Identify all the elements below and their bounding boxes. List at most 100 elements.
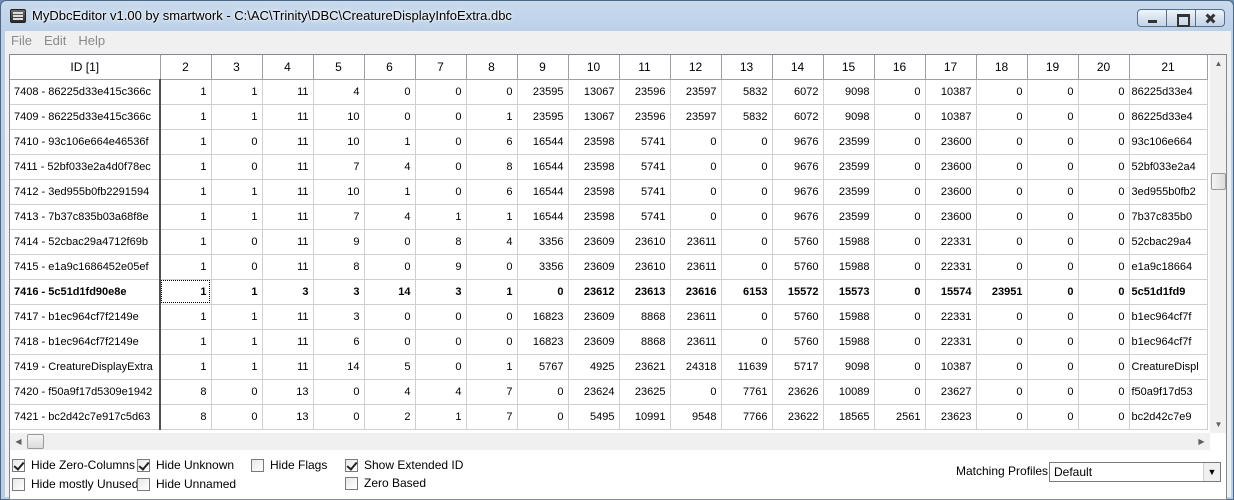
table-cell[interactable]: 0 bbox=[211, 404, 263, 430]
table-cell[interactable]: 23598 bbox=[568, 204, 620, 230]
table-cell[interactable]: 0 bbox=[364, 104, 416, 130]
table-cell[interactable]: 1 bbox=[160, 154, 212, 180]
table-cell[interactable]: 4925 bbox=[568, 354, 620, 380]
table-cell[interactable]: 10 bbox=[313, 104, 365, 130]
table-cell[interactable]: 7761 bbox=[721, 379, 773, 405]
table-cell[interactable]: 15988 bbox=[823, 229, 875, 255]
table-cell[interactable]: 9676 bbox=[772, 179, 824, 205]
table-row[interactable]: 7416 - 5c51d1fd90e8e 1 1 3 3 14 3 1 0 23612 23613 2… bbox=[10, 279, 1208, 305]
table-cell[interactable]: 1 bbox=[415, 404, 467, 430]
hide-unknown-option[interactable]: Hide Unknown bbox=[137, 458, 234, 472]
table-cell[interactable]: 16544 bbox=[517, 179, 569, 205]
column-header[interactable]: 21 bbox=[1129, 55, 1208, 80]
table-cell[interactable]: 23599 bbox=[823, 129, 875, 155]
vertical-scroll-thumb[interactable] bbox=[1211, 173, 1226, 190]
row-id-cell[interactable]: 7414 - 52cbac29a4712f69b bbox=[10, 229, 161, 255]
table-cell[interactable]: 13067 bbox=[568, 79, 620, 105]
table-cell[interactable]: 11 bbox=[262, 304, 314, 330]
column-header[interactable]: 18 bbox=[976, 55, 1028, 80]
table-cell[interactable]: 0 bbox=[1027, 129, 1079, 155]
table-cell[interactable]: 1 bbox=[211, 329, 263, 355]
table-cell[interactable]: 23596 bbox=[619, 104, 671, 130]
table-cell[interactable]: 4 bbox=[466, 229, 518, 255]
table-cell[interactable]: 0 bbox=[313, 404, 365, 430]
table-cell[interactable]: 0 bbox=[1078, 304, 1130, 330]
table-cell[interactable]: 8 bbox=[160, 404, 212, 430]
table-cell[interactable]: 15988 bbox=[823, 329, 875, 355]
table-cell[interactable]: 23621 bbox=[619, 354, 671, 380]
table-cell[interactable]: 15574 bbox=[925, 279, 977, 305]
table-cell[interactable]: 23622 bbox=[772, 404, 824, 430]
table-row[interactable]: 7419 - CreatureDisplayExtra 1 1 11 14 5 0 1 5767… bbox=[10, 354, 1208, 380]
table-cell[interactable]: 0 bbox=[874, 254, 926, 280]
table-cell[interactable]: 8 bbox=[160, 379, 212, 405]
row-id-cell[interactable]: 7415 - e1a9c1686452e05ef bbox=[10, 254, 161, 280]
table-cell[interactable]: 0 bbox=[415, 354, 467, 380]
table-cell[interactable]: 0 bbox=[976, 104, 1028, 130]
maximize-button[interactable] bbox=[1166, 9, 1196, 27]
table-cell[interactable]: 0 bbox=[874, 379, 926, 405]
table-cell[interactable]: 23609 bbox=[568, 329, 620, 355]
table-cell[interactable]: 0 bbox=[1027, 179, 1079, 205]
table-cell[interactable]: 11639 bbox=[721, 354, 773, 380]
table-cell[interactable]: 0 bbox=[1078, 379, 1130, 405]
table-cell[interactable]: 0 bbox=[1078, 204, 1130, 230]
table-cell[interactable]: 0 bbox=[976, 154, 1028, 180]
table-cell[interactable]: 2561 bbox=[874, 404, 926, 430]
table-cell[interactable]: 1 bbox=[160, 229, 212, 255]
table-cell[interactable]: 0 bbox=[874, 79, 926, 105]
table-cell[interactable]: 5c51d1fd9 bbox=[1129, 279, 1208, 305]
table-cell[interactable]: 0 bbox=[1027, 104, 1079, 130]
table-cell[interactable]: 5 bbox=[364, 354, 416, 380]
table-cell[interactable]: bc2d42c7e9 bbox=[1129, 404, 1208, 430]
table-cell[interactable]: 7 bbox=[466, 404, 518, 430]
column-header[interactable]: 4 bbox=[262, 55, 314, 80]
table-cell[interactable]: 1 bbox=[211, 79, 263, 105]
table-cell[interactable]: 7766 bbox=[721, 404, 773, 430]
hide-unnamed-checkbox[interactable] bbox=[137, 477, 150, 491]
table-cell[interactable]: 0 bbox=[517, 404, 569, 430]
table-cell[interactable]: 0 bbox=[466, 304, 518, 330]
row-id-cell[interactable]: 7413 - 7b37c835b03a68f8e bbox=[10, 204, 161, 230]
hide-mostly-unused-checkbox[interactable] bbox=[12, 477, 25, 491]
row-id-cell[interactable]: 7421 - bc2d42c7e917c5d63 bbox=[10, 404, 161, 430]
table-cell[interactable]: 14 bbox=[313, 354, 365, 380]
table-cell[interactable]: 1 bbox=[364, 129, 416, 155]
table-cell[interactable]: 0 bbox=[364, 329, 416, 355]
table-cell[interactable]: 1 bbox=[160, 79, 212, 105]
table-cell[interactable]: 93c106e664 bbox=[1129, 129, 1208, 155]
table-cell[interactable]: 0 bbox=[1078, 279, 1130, 305]
table-cell[interactable]: 0 bbox=[721, 204, 773, 230]
table-cell[interactable]: 0 bbox=[874, 329, 926, 355]
table-cell[interactable]: 6 bbox=[466, 129, 518, 155]
table-cell[interactable]: 15572 bbox=[772, 279, 824, 305]
table-cell[interactable]: 3 bbox=[313, 304, 365, 330]
table-cell[interactable]: 8868 bbox=[619, 329, 671, 355]
table-cell[interactable]: 1 bbox=[211, 179, 263, 205]
table-cell[interactable]: 0 bbox=[364, 254, 416, 280]
table-cell[interactable]: 0 bbox=[1078, 354, 1130, 380]
table-cell[interactable]: 0 bbox=[415, 329, 467, 355]
table-cell[interactable]: 23951 bbox=[976, 279, 1028, 305]
table-cell[interactable]: 0 bbox=[1027, 304, 1079, 330]
table-cell[interactable]: 0 bbox=[874, 154, 926, 180]
show-extended-id-checkbox[interactable] bbox=[345, 458, 358, 472]
table-cell[interactable]: 0 bbox=[1078, 229, 1130, 255]
table-cell[interactable]: 4 bbox=[364, 204, 416, 230]
table-cell[interactable]: 4 bbox=[415, 379, 467, 405]
table-cell[interactable]: 0 bbox=[721, 254, 773, 280]
table-cell[interactable]: 13 bbox=[262, 379, 314, 405]
table-cell[interactable]: 23611 bbox=[670, 229, 722, 255]
scroll-left-icon[interactable]: ◀ bbox=[10, 433, 27, 450]
table-cell[interactable]: 0 bbox=[976, 304, 1028, 330]
table-cell[interactable]: 0 bbox=[1027, 404, 1079, 430]
row-id-cell[interactable]: 7410 - 93c106e664e46536f bbox=[10, 129, 161, 155]
menu-edit[interactable]: Edit bbox=[38, 33, 72, 48]
table-cell[interactable]: 24318 bbox=[670, 354, 722, 380]
table-cell[interactable]: 1 bbox=[160, 329, 212, 355]
table-cell[interactable]: 10387 bbox=[925, 104, 977, 130]
table-cell[interactable]: 9098 bbox=[823, 354, 875, 380]
table-cell[interactable]: 23599 bbox=[823, 179, 875, 205]
table-cell[interactable]: 10089 bbox=[823, 379, 875, 405]
column-header[interactable]: 2 bbox=[160, 55, 212, 80]
